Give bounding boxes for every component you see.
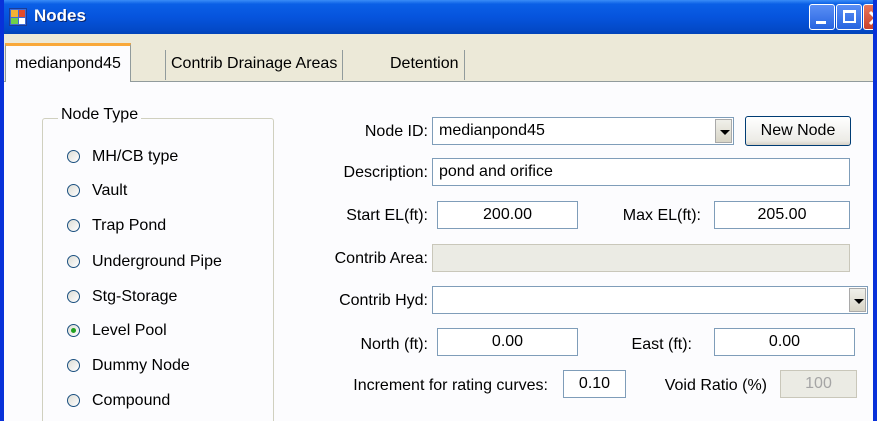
- radio-label: Underground Pipe: [92, 253, 222, 270]
- contrib-area-label: Contrib Area:: [334, 250, 428, 267]
- node-id-value: medianpond45: [439, 122, 545, 139]
- description-field[interactable]: pond and orifice: [432, 158, 850, 186]
- tab-contrib-drainage-areas[interactable]: Contrib Drainage Areas: [165, 50, 344, 80]
- node-id-dropdown-button[interactable]: [715, 119, 732, 143]
- close-button[interactable]: [863, 4, 873, 30]
- title-bar[interactable]: Nodes: [4, 0, 873, 34]
- radio-button-icon: [67, 219, 80, 232]
- node-id-combobox[interactable]: medianpond45: [432, 117, 734, 145]
- chevron-down-icon: [854, 299, 864, 304]
- east-label: East (ft):: [631, 336, 692, 353]
- radio-button-icon: [67, 359, 80, 372]
- void-ratio-label: Void Ratio (%): [664, 377, 767, 394]
- radio-label: Stg-Storage: [92, 288, 178, 305]
- max-el-label: Max EL(ft):: [622, 207, 701, 224]
- void-ratio-field: 100: [780, 370, 857, 398]
- description-label: Description:: [343, 164, 428, 181]
- increment-field[interactable]: 0.10: [563, 370, 626, 398]
- north-label: North (ft):: [360, 336, 428, 353]
- radio-button-icon: [67, 290, 80, 303]
- radio-label: MH/CB type: [92, 148, 179, 165]
- close-icon: [868, 10, 873, 26]
- radio-label: Level Pool: [92, 322, 167, 339]
- radio-button-icon: [67, 324, 80, 337]
- radio-button-icon: [67, 394, 80, 407]
- tab-medianpond45[interactable]: medianpond45: [5, 43, 131, 82]
- radio-selected-dot: [71, 328, 76, 333]
- start-el-label: Start EL(ft):: [346, 207, 428, 224]
- radio-label: Vault: [92, 182, 128, 199]
- contrib-hyd-dropdown-button[interactable]: [849, 288, 866, 312]
- app-grid-icon: [9, 8, 27, 26]
- radio-button-icon: [67, 150, 80, 163]
- maximize-button[interactable]: [836, 4, 862, 30]
- contrib-area-field: [432, 244, 850, 272]
- minimize-icon: [816, 21, 826, 24]
- radio-button-icon: [67, 184, 80, 197]
- north-field[interactable]: 0.00: [437, 328, 578, 356]
- contrib-hyd-label: Contrib Hyd:: [339, 292, 428, 309]
- node-id-label: Node ID:: [364, 123, 428, 140]
- chevron-down-icon: [720, 130, 730, 135]
- east-field[interactable]: 0.00: [714, 328, 855, 356]
- maximize-icon: [843, 10, 856, 23]
- nodes-window: Nodes medianpond45 Contrib Drainage Area…: [0, 0, 877, 421]
- radio-button-icon: [67, 255, 80, 268]
- max-el-field[interactable]: 205.00: [714, 201, 850, 229]
- contrib-hyd-combobox[interactable]: [432, 286, 868, 314]
- increment-label: Increment for rating curves:: [353, 377, 548, 394]
- radio-label: Trap Pond: [92, 217, 167, 234]
- node-type-legend: Node Type: [58, 106, 142, 124]
- radio-label: Compound: [92, 392, 171, 409]
- new-node-button[interactable]: New Node: [745, 116, 851, 146]
- radio-label: Dummy Node: [92, 357, 190, 374]
- tab-detention[interactable]: Detention: [385, 50, 465, 80]
- minimize-button[interactable]: [809, 4, 835, 30]
- window-title: Nodes: [34, 6, 86, 25]
- start-el-field[interactable]: 200.00: [437, 201, 578, 229]
